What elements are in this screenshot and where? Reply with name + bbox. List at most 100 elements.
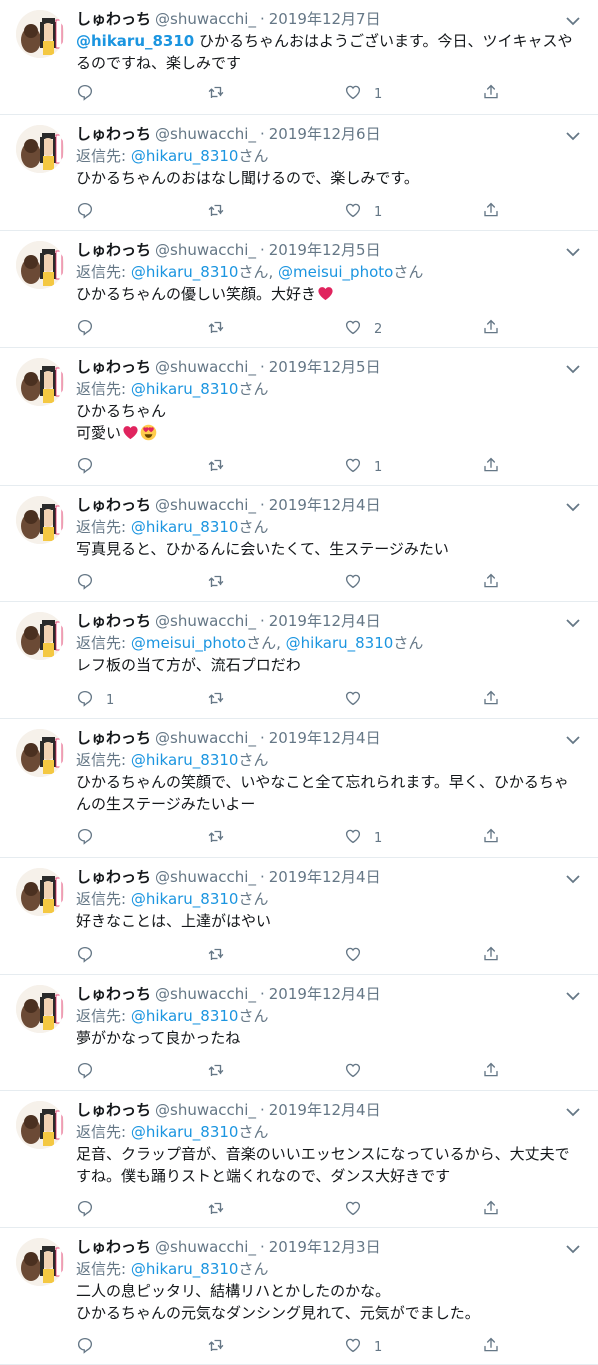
reply-button[interactable] [76, 457, 106, 477]
reply-mention-link[interactable]: @hikaru_8310 [131, 1123, 239, 1141]
chevron-down-icon[interactable] [564, 732, 582, 746]
reply-mention-link[interactable]: @hikaru_8310 [131, 380, 239, 398]
like-button[interactable] [344, 1200, 374, 1220]
retweet-button[interactable] [207, 573, 237, 593]
tweet-date[interactable]: 2019年12月5日 [269, 358, 381, 376]
like-button[interactable]: 1 [344, 1337, 382, 1357]
share-button[interactable] [482, 573, 500, 593]
avatar[interactable] [16, 10, 64, 58]
tweet-date[interactable]: 2019年12月4日 [269, 729, 381, 747]
chevron-down-icon[interactable] [564, 1241, 582, 1255]
tweet[interactable]: しゅわっち @shuwacchi_ · 2019年12月4日 返信先: @hikaru_… [0, 719, 598, 858]
reply-mention-link[interactable]: @meisui_photo [278, 263, 393, 281]
like-button[interactable]: 2 [344, 319, 382, 339]
author-name[interactable]: しゅわっち [76, 125, 151, 143]
like-button[interactable] [344, 690, 374, 710]
share-button[interactable] [482, 84, 500, 104]
retweet-button[interactable] [207, 690, 237, 710]
author-handle[interactable]: @shuwacchi_ [155, 241, 256, 259]
chevron-down-icon[interactable] [564, 871, 582, 885]
tweet[interactable]: しゅわっち @shuwacchi_ · 2019年12月4日 返信先: @hikaru_… [0, 486, 598, 602]
retweet-button[interactable] [207, 828, 237, 848]
share-button[interactable] [482, 1337, 500, 1357]
tweet-date[interactable]: 2019年12月5日 [269, 241, 381, 259]
author-name[interactable]: しゅわっち [76, 729, 151, 747]
reply-button[interactable]: 1 [76, 690, 114, 710]
avatar[interactable] [16, 729, 64, 777]
author-handle[interactable]: @shuwacchi_ [155, 868, 256, 886]
tweet-date[interactable]: 2019年12月7日 [269, 10, 381, 28]
avatar[interactable] [16, 358, 64, 406]
author-name[interactable]: しゅわっち [76, 612, 151, 630]
share-button[interactable] [482, 1200, 500, 1220]
share-button[interactable] [482, 457, 500, 477]
chevron-down-icon[interactable] [564, 499, 582, 513]
reply-button[interactable] [76, 573, 106, 593]
tweet-date[interactable]: 2019年12月6日 [269, 125, 381, 143]
reply-button[interactable] [76, 1200, 106, 1220]
author-name[interactable]: しゅわっち [76, 496, 151, 514]
share-button[interactable] [482, 690, 500, 710]
reply-mention-link[interactable]: @hikaru_8310 [131, 518, 239, 536]
chevron-down-icon[interactable] [564, 361, 582, 375]
chevron-down-icon[interactable] [564, 128, 582, 142]
avatar[interactable] [16, 496, 64, 544]
reply-mention-link[interactable]: @hikaru_8310 [131, 1007, 239, 1025]
avatar[interactable] [16, 1238, 64, 1286]
share-button[interactable] [482, 202, 500, 222]
reply-mention-link[interactable]: @hikaru_8310 [131, 890, 239, 908]
reply-button[interactable] [76, 202, 106, 222]
tweet[interactable]: しゅわっち @shuwacchi_ · 2019年12月4日 返信先: @hikaru_… [0, 975, 598, 1091]
author-name[interactable]: しゅわっち [76, 1238, 151, 1256]
author-name[interactable]: しゅわっち [76, 1101, 151, 1119]
tweet-date[interactable]: 2019年12月4日 [269, 612, 381, 630]
chevron-down-icon[interactable] [564, 1104, 582, 1118]
author-name[interactable]: しゅわっち [76, 985, 151, 1003]
author-handle[interactable]: @shuwacchi_ [155, 496, 256, 514]
reply-button[interactable] [76, 1337, 106, 1357]
reply-button[interactable] [76, 828, 106, 848]
avatar[interactable] [16, 985, 64, 1033]
author-handle[interactable]: @shuwacchi_ [155, 125, 256, 143]
share-button[interactable] [482, 946, 500, 966]
avatar[interactable] [16, 868, 64, 916]
author-handle[interactable]: @shuwacchi_ [155, 10, 256, 28]
share-button[interactable] [482, 319, 500, 339]
like-button[interactable] [344, 946, 374, 966]
author-name[interactable]: しゅわっち [76, 358, 151, 376]
like-button[interactable]: 1 [344, 84, 382, 104]
reply-button[interactable] [76, 1062, 106, 1082]
author-handle[interactable]: @shuwacchi_ [155, 1238, 256, 1256]
chevron-down-icon[interactable] [564, 988, 582, 1002]
retweet-button[interactable] [207, 319, 237, 339]
author-name[interactable]: しゅわっち [76, 868, 151, 886]
chevron-down-icon[interactable] [564, 13, 582, 27]
author-handle[interactable]: @shuwacchi_ [155, 985, 256, 1003]
like-button[interactable]: 1 [344, 202, 382, 222]
tweet-date[interactable]: 2019年12月4日 [269, 1101, 381, 1119]
author-name[interactable]: しゅわっち [76, 241, 151, 259]
tweet[interactable]: しゅわっち @shuwacchi_ · 2019年12月5日 返信先: @hikaru_… [0, 348, 598, 486]
retweet-button[interactable] [207, 202, 237, 222]
reply-button[interactable] [76, 946, 106, 966]
tweet-date[interactable]: 2019年12月4日 [269, 868, 381, 886]
avatar[interactable] [16, 1101, 64, 1149]
reply-button[interactable] [76, 319, 106, 339]
like-button[interactable]: 1 [344, 457, 382, 477]
avatar[interactable] [16, 125, 64, 173]
tweet[interactable]: しゅわっち @shuwacchi_ · 2019年12月6日 返信先: @hikaru_… [0, 115, 598, 231]
author-name[interactable]: しゅわっち [76, 10, 151, 28]
retweet-button[interactable] [207, 1200, 237, 1220]
chevron-down-icon[interactable] [564, 244, 582, 258]
author-handle[interactable]: @shuwacchi_ [155, 358, 256, 376]
tweet[interactable]: しゅわっち @shuwacchi_ · 2019年12月4日 返信先: @meisui_… [0, 602, 598, 719]
like-button[interactable] [344, 573, 374, 593]
retweet-button[interactable] [207, 1062, 237, 1082]
tweet[interactable]: しゅわっち @shuwacchi_ · 2019年12月4日 返信先: @hikaru_… [0, 858, 598, 975]
avatar[interactable] [16, 241, 64, 289]
tweet[interactable]: しゅわっち @shuwacchi_ · 2019年12月3日 返信先: @hikaru_… [0, 1228, 598, 1365]
author-handle[interactable]: @shuwacchi_ [155, 612, 256, 630]
retweet-button[interactable] [207, 946, 237, 966]
reply-mention-link[interactable]: @hikaru_8310 [131, 751, 239, 769]
reply-mention-link[interactable]: @meisui_photo [131, 634, 246, 652]
